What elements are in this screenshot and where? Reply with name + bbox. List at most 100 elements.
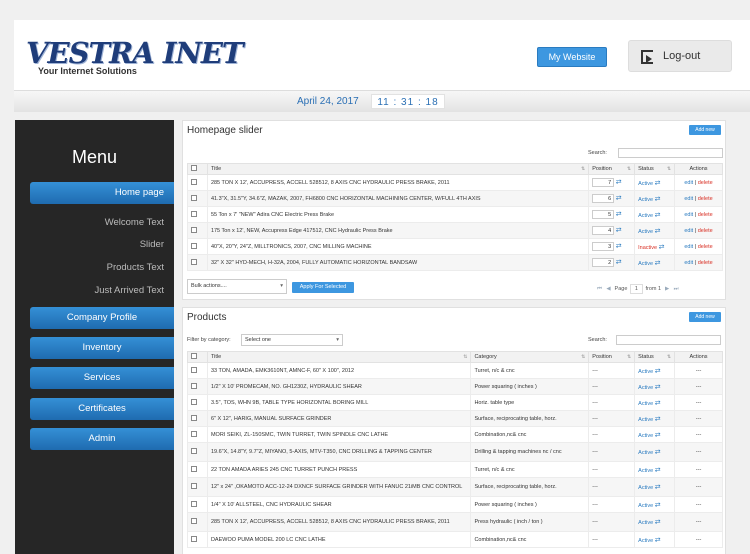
row-checkbox[interactable] — [191, 242, 197, 249]
products-search-input[interactable] — [616, 335, 721, 345]
edit-link[interactable]: edit — [684, 180, 693, 186]
status-link[interactable]: Active — [638, 181, 653, 187]
sidebar-item-inventory[interactable]: Inventory — [30, 337, 174, 359]
last-page-icon[interactable]: ⏭ — [672, 286, 681, 293]
row-checkbox[interactable] — [191, 226, 197, 233]
row-checkbox[interactable] — [191, 398, 197, 405]
column-position[interactable]: Position ⇅ — [588, 163, 636, 175]
sidebar-subitem-welcome-text[interactable]: Welcome Text — [30, 217, 164, 228]
delete-link[interactable]: delete — [698, 180, 713, 186]
row-checkbox[interactable] — [191, 414, 197, 421]
row-checkbox[interactable] — [191, 535, 197, 542]
row-checkbox[interactable] — [191, 448, 197, 454]
status-link[interactable]: Active — [638, 213, 653, 219]
bulk-actions-select[interactable]: Bulk actions.... — [187, 279, 287, 294]
status-link[interactable]: Active — [638, 229, 653, 235]
position-input[interactable]: 5 — [592, 210, 615, 219]
delete-link[interactable]: delete — [698, 196, 713, 202]
refresh-icon[interactable]: ⇄ — [655, 502, 661, 509]
refresh-icon[interactable]: ⇄ — [616, 259, 622, 266]
refresh-icon[interactable]: ⇄ — [659, 244, 665, 251]
status-link[interactable]: Active — [638, 261, 653, 267]
apply-selected-button[interactable]: Apply For Selected — [292, 282, 354, 293]
products-add-new-button[interactable]: Add new — [689, 312, 721, 322]
refresh-icon[interactable]: ⇄ — [655, 180, 661, 187]
row-checkbox[interactable] — [191, 366, 197, 373]
edit-link[interactable]: edit — [684, 244, 693, 250]
edit-link[interactable]: edit — [684, 212, 693, 218]
sidebar-item-company-profile[interactable]: Company Profile — [30, 307, 174, 329]
status-link[interactable]: Active — [638, 485, 653, 491]
sidebar-item-home-page[interactable]: Home page — [30, 182, 174, 204]
column-position[interactable]: Position ⇅ — [588, 351, 636, 363]
row-checkbox[interactable] — [191, 500, 197, 507]
refresh-icon[interactable]: ⇄ — [655, 400, 661, 407]
row-checkbox[interactable] — [191, 178, 197, 185]
refresh-icon[interactable]: ⇄ — [655, 416, 661, 423]
refresh-icon[interactable]: ⇄ — [655, 260, 661, 267]
position-input[interactable]: 2 — [592, 258, 615, 267]
sidebar-subitem-just-arrived-text[interactable]: Just Arrived Text — [30, 285, 164, 296]
refresh-icon[interactable]: ⇄ — [655, 212, 661, 219]
select-all-checkbox[interactable] — [191, 165, 197, 171]
edit-link[interactable]: edit — [684, 196, 693, 202]
delete-link[interactable]: delete — [698, 212, 713, 218]
prev-page-icon[interactable]: ◀ — [604, 286, 613, 292]
delete-link[interactable]: delete — [698, 228, 713, 234]
status-link[interactable]: Inactive — [638, 245, 657, 251]
slider-search-input[interactable] — [618, 148, 723, 158]
my-website-button[interactable]: My Website — [537, 47, 607, 67]
status-link[interactable]: Active — [638, 401, 653, 407]
row-checkbox[interactable] — [191, 210, 197, 217]
refresh-icon[interactable]: ⇄ — [655, 467, 661, 474]
select-all-checkbox[interactable] — [191, 353, 197, 359]
refresh-icon[interactable]: ⇄ — [616, 243, 622, 250]
refresh-icon[interactable]: ⇄ — [655, 432, 661, 439]
refresh-icon[interactable]: ⇄ — [655, 368, 661, 375]
status-link[interactable]: Active — [638, 417, 653, 423]
column-title[interactable]: Title ⇅ — [206, 351, 472, 363]
first-page-icon[interactable]: ⏮ — [595, 286, 604, 293]
delete-link[interactable]: delete — [698, 260, 713, 266]
position-input[interactable]: 3 — [592, 242, 615, 251]
refresh-icon[interactable]: ⇄ — [655, 384, 661, 391]
position-input[interactable]: 4 — [592, 226, 615, 235]
refresh-icon[interactable]: ⇄ — [655, 449, 661, 456]
status-link[interactable]: Active — [638, 468, 653, 474]
slider-add-new-button[interactable]: Add new — [689, 125, 721, 135]
status-link[interactable]: Active — [638, 433, 653, 439]
edit-link[interactable]: edit — [684, 228, 693, 234]
page-number-input[interactable]: 1 — [629, 284, 643, 294]
position-input[interactable]: 7 — [592, 178, 615, 187]
logout-button[interactable]: Log-out — [628, 40, 732, 72]
next-page-icon[interactable]: ▶ — [663, 286, 672, 292]
status-link[interactable]: Active — [638, 503, 653, 509]
refresh-icon[interactable]: ⇄ — [655, 196, 661, 203]
refresh-icon[interactable]: ⇄ — [655, 537, 661, 544]
row-checkbox[interactable] — [191, 430, 197, 437]
refresh-icon[interactable]: ⇄ — [655, 484, 661, 491]
row-checkbox[interactable] — [191, 518, 197, 524]
sidebar-item-services[interactable]: Services — [30, 367, 174, 389]
status-link[interactable]: Active — [638, 369, 653, 375]
category-filter-select[interactable]: Select one — [241, 334, 343, 346]
refresh-icon[interactable]: ⇄ — [655, 228, 661, 235]
edit-link[interactable]: edit — [684, 260, 693, 266]
row-checkbox[interactable] — [191, 194, 197, 201]
row-checkbox[interactable] — [191, 465, 197, 472]
delete-link[interactable]: delete — [698, 244, 713, 250]
refresh-icon[interactable]: ⇄ — [616, 179, 622, 186]
refresh-icon[interactable]: ⇄ — [616, 227, 622, 234]
status-link[interactable]: Active — [638, 450, 653, 456]
row-checkbox[interactable] — [191, 382, 197, 389]
sidebar-subitem-slider[interactable]: Slider — [30, 239, 164, 250]
column-status[interactable]: Status ⇅ — [634, 351, 676, 363]
sidebar-item-certificates[interactable]: Certificates — [30, 398, 174, 420]
row-checkbox[interactable] — [191, 258, 197, 265]
column-title[interactable]: Title ⇅ — [206, 163, 590, 175]
sidebar-subitem-products-text[interactable]: Products Text — [30, 262, 164, 273]
position-input[interactable]: 6 — [592, 194, 615, 203]
status-link[interactable]: Active — [638, 520, 653, 526]
status-link[interactable]: Active — [638, 385, 653, 391]
column-status[interactable]: Status ⇅ — [634, 163, 676, 175]
